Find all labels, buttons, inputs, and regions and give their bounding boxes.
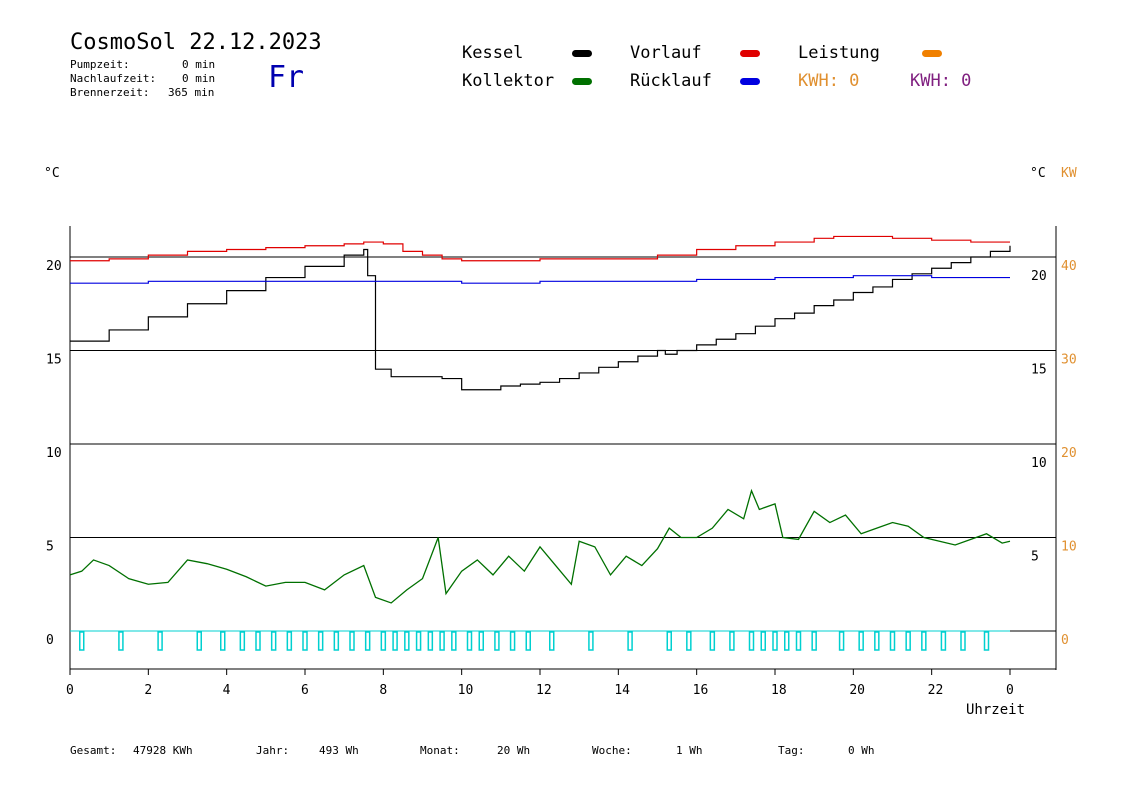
footer-gesamt-label: Gesamt: — [70, 744, 117, 757]
x-tick-label-1: 2 — [144, 683, 152, 698]
pulse-marker — [983, 631, 990, 651]
pulse-marker — [451, 631, 457, 651]
left-tick-label-20: 20 — [46, 259, 62, 274]
pulse-marker — [364, 631, 371, 651]
footer-monat-value: 20 Wh — [497, 744, 531, 757]
pulse-marker — [748, 631, 755, 651]
pulse-marker — [784, 631, 790, 651]
right-kw-label: KW — [1061, 166, 1077, 181]
pulse-marker — [960, 631, 966, 651]
footer-woche-value: 1 Wh — [676, 744, 703, 757]
left-tick-label-10: 10 — [46, 446, 62, 461]
pulse-marker — [118, 631, 124, 651]
kw-tick-label-40: 40 — [1061, 259, 1077, 274]
pulse-marker — [889, 631, 896, 651]
pulse-marker — [874, 631, 880, 651]
pulse-marker — [415, 631, 422, 651]
right-tick-label-5: 5 — [1031, 550, 1039, 565]
x-tick-label-6: 12 — [536, 683, 552, 698]
pulse-marker — [525, 631, 531, 651]
series-line-kessel — [70, 245, 1011, 391]
kw-tick-label-30: 30 — [1061, 353, 1077, 368]
pulse-marker — [79, 631, 85, 651]
footer-tag-label: Tag: — [778, 744, 805, 757]
pulse-marker — [392, 631, 398, 651]
pulse-marker — [255, 631, 261, 651]
pulse-marker — [858, 631, 864, 651]
x-tick-label-12: 0 — [1006, 683, 1014, 698]
right-tick-label-20: 20 — [1031, 269, 1047, 284]
pulse-marker — [478, 631, 484, 651]
pulse-marker — [795, 631, 802, 651]
x-tick-label-7: 14 — [614, 683, 630, 698]
pulse-marker — [627, 631, 633, 651]
pulse-marker — [760, 631, 766, 651]
x-tick-label-0: 0 — [66, 683, 74, 698]
pulse-marker — [270, 631, 277, 651]
x-tick-label-9: 18 — [771, 683, 787, 698]
x-tick-label-11: 22 — [928, 683, 944, 698]
pulse-marker — [838, 631, 845, 651]
footer-woche-label: Woche: — [592, 744, 632, 757]
x-tick-label-2: 4 — [223, 683, 231, 698]
pulse-marker — [709, 631, 716, 651]
x-tick-label-10: 20 — [849, 683, 865, 698]
pulse-marker — [811, 631, 817, 651]
pulse-marker — [302, 631, 308, 651]
pulse-marker — [466, 631, 473, 651]
left-tick-label-5: 5 — [46, 540, 54, 555]
pulse-marker — [239, 631, 246, 651]
pulse-marker — [439, 631, 445, 651]
pulse-marker — [333, 631, 340, 651]
kw-tick-label-0: 0 — [1061, 633, 1069, 648]
pulse-marker — [380, 631, 387, 651]
pulse-marker — [686, 631, 692, 651]
footer-gesamt-value: 47928 KWh — [133, 744, 193, 757]
x-tick-label-5: 10 — [458, 683, 474, 698]
pulse-marker — [349, 631, 355, 651]
left-tick-label-0: 0 — [46, 633, 54, 648]
pulse-marker — [772, 631, 778, 651]
right-tick-label-15: 15 — [1031, 363, 1047, 378]
pulse-marker — [549, 631, 555, 651]
x-axis-title: Uhrzeit — [966, 702, 1025, 718]
footer-jahr-value: 493 Wh — [319, 744, 359, 757]
pulse-marker — [427, 631, 434, 651]
left-tick-label-15: 15 — [46, 353, 62, 368]
series-line-kollektor — [69, 488, 1011, 604]
pulse-marker — [286, 631, 293, 651]
x-tick-label-3: 6 — [301, 683, 309, 698]
footer-jahr-label: Jahr: — [256, 744, 290, 757]
pulse-marker — [404, 631, 410, 651]
pulse-marker — [666, 631, 672, 651]
pulse-marker — [905, 631, 911, 651]
pulse-marker — [157, 631, 163, 651]
pulse-marker — [317, 631, 324, 651]
pulse-marker — [494, 631, 500, 651]
left-unit-label: °C — [44, 166, 60, 181]
pulse-marker — [729, 631, 735, 651]
temperature-chart: °C °C KW Uhrzeit 05101520510152001020304… — [44, 166, 1077, 718]
kw-tick-label-10: 10 — [1061, 540, 1077, 555]
right-tick-label-10: 10 — [1031, 456, 1047, 471]
footer-monat-label: Monat: — [420, 744, 460, 757]
right-unit-label: °C — [1030, 166, 1046, 181]
kw-tick-label-20: 20 — [1061, 446, 1077, 461]
pulse-marker — [509, 631, 516, 651]
x-tick-label-8: 16 — [693, 683, 709, 698]
footer-tag-value: 0 Wh — [848, 744, 875, 757]
pulse-marker — [921, 631, 927, 651]
x-tick-label-4: 8 — [379, 683, 387, 698]
pulse-marker — [588, 631, 594, 651]
pulse-marker — [196, 631, 202, 651]
series-line-rücklauf — [70, 275, 1010, 284]
pulse-marker — [220, 631, 226, 651]
pulse-marker — [940, 631, 947, 651]
